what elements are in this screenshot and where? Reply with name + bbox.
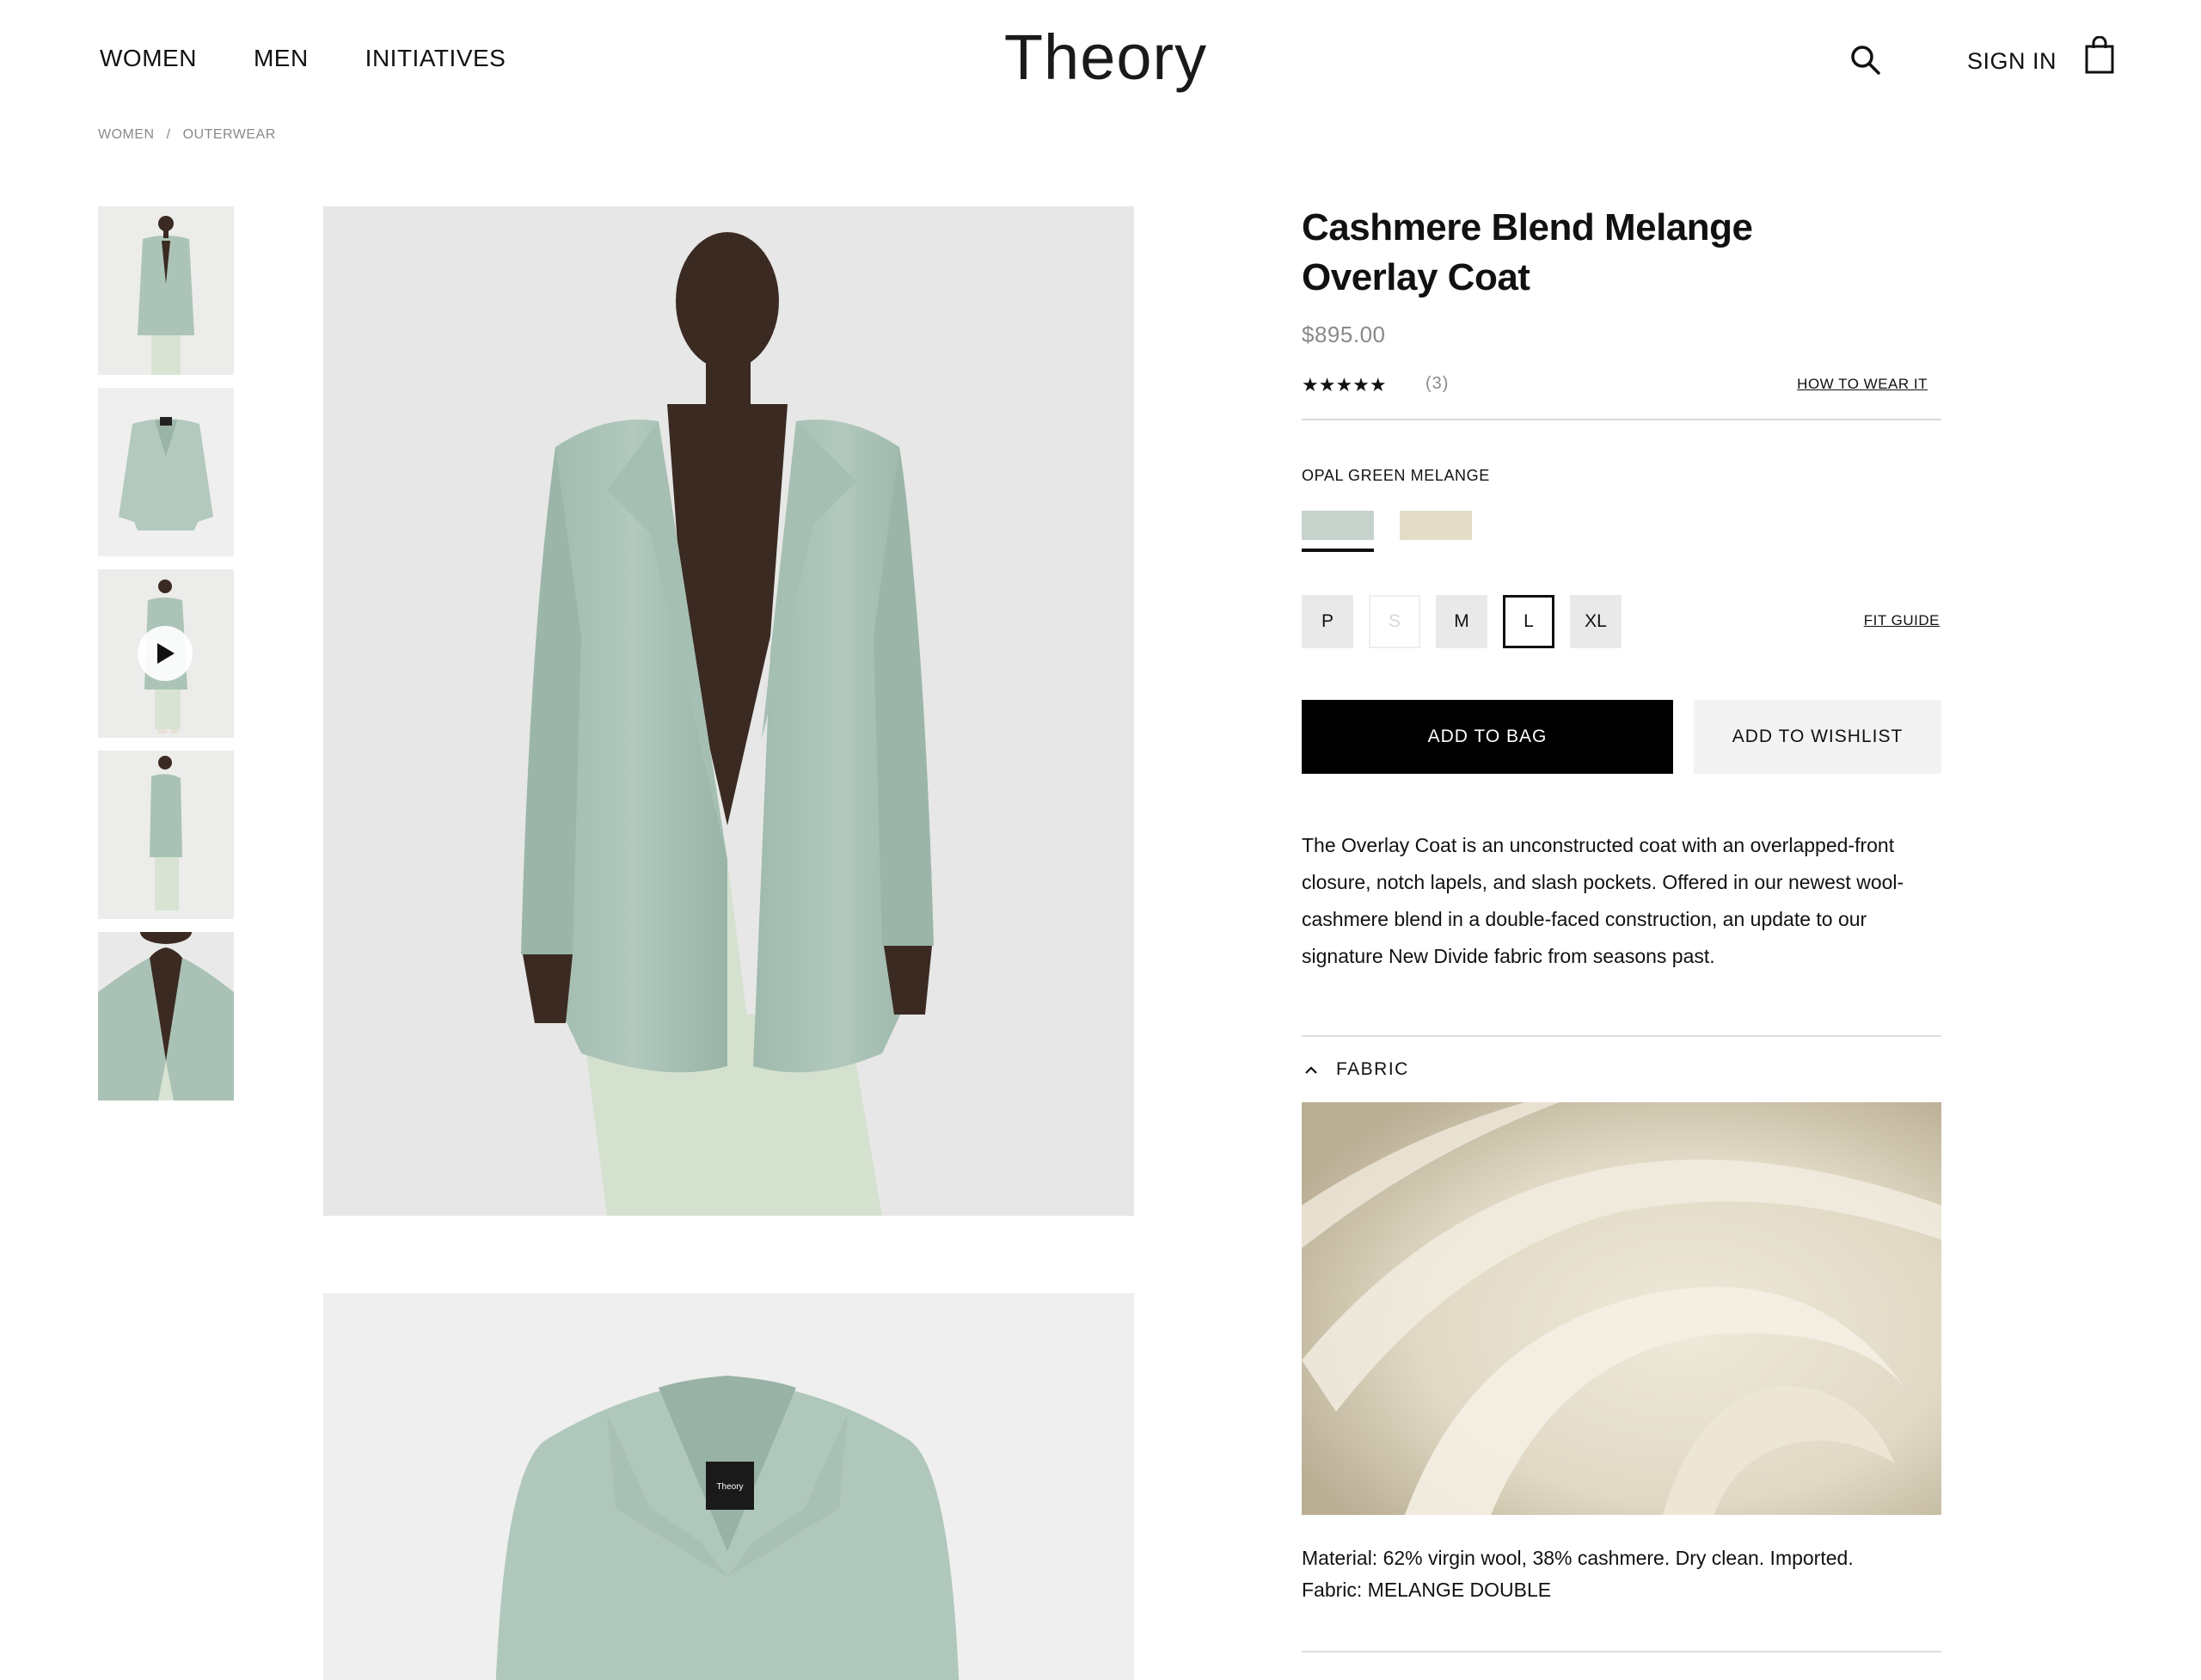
- divider: [1302, 1035, 1941, 1037]
- thumb-front-model-image: [98, 206, 234, 375]
- fabric-line: Fabric: MELANGE DOUBLE: [1302, 1579, 1552, 1601]
- how-to-wear-link[interactable]: HOW TO WEAR IT: [1797, 376, 1928, 393]
- thumb-front-model[interactable]: [98, 206, 234, 375]
- star-rating-icon[interactable]: ★★★★★: [1302, 374, 1387, 396]
- material-line: Material: 62% virgin wool, 38% cashmere.…: [1302, 1547, 1854, 1569]
- play-button[interactable]: [138, 626, 193, 681]
- size-selector: P S M L XL FIT GUIDE: [1302, 595, 1941, 648]
- search-icon[interactable]: [1848, 43, 1883, 77]
- product-description: The Overlay Coat is an unconstructed coa…: [1302, 834, 1904, 967]
- size-s[interactable]: S: [1369, 595, 1420, 648]
- product-info-panel: Cashmere Blend Melange Overlay Coat $895…: [1302, 203, 1941, 1652]
- product-title: Cashmere Blend Melange Overlay Coat: [1302, 206, 1753, 298]
- swatch-opal-green-melange[interactable]: [1302, 511, 1374, 552]
- thumb-closeup-image: [98, 932, 234, 1101]
- color-swatches: [1302, 511, 1941, 554]
- breadcrumb: WOMEN / OUTERWEAR: [98, 127, 276, 143]
- sign-in-link[interactable]: SIGN IN: [1967, 48, 2057, 75]
- fabric-label: FABRIC: [1336, 1059, 1409, 1079]
- secondary-product-image[interactable]: Theory: [323, 1293, 1134, 1680]
- breadcrumb-separator: /: [166, 127, 171, 142]
- site-header: WOMEN MEN INITIATIVES Theory SIGN IN: [0, 0, 2201, 120]
- nav-men[interactable]: MEN: [254, 45, 309, 72]
- fabric-swatch-image: [1302, 1102, 1941, 1515]
- size-l[interactable]: L: [1503, 595, 1554, 648]
- thumb-flat-coat[interactable]: [98, 388, 234, 556]
- breadcrumb-women[interactable]: WOMEN: [98, 127, 155, 143]
- shopping-bag-icon[interactable]: [2084, 36, 2115, 74]
- model-front-photo: [323, 206, 1134, 1216]
- review-count[interactable]: (3): [1425, 374, 1449, 394]
- nav-initiatives[interactable]: INITIATIVES: [365, 45, 506, 72]
- size-m[interactable]: M: [1436, 595, 1487, 648]
- swatch-beige[interactable]: [1400, 511, 1472, 540]
- add-to-bag-button[interactable]: ADD TO BAG: [1302, 700, 1673, 774]
- add-to-wishlist-button[interactable]: ADD TO WISHLIST: [1694, 700, 1941, 774]
- thumb-side-model-image: [98, 751, 234, 919]
- size-xl[interactable]: XL: [1570, 595, 1622, 648]
- garment-label-text: Theory: [716, 1482, 743, 1492]
- thumbnail-gallery: [98, 206, 234, 1113]
- fit-guide-link[interactable]: FIT GUIDE: [1864, 612, 1940, 629]
- size-p[interactable]: P: [1302, 595, 1353, 648]
- thumb-closeup[interactable]: [98, 932, 234, 1101]
- divider: [1302, 1651, 1941, 1652]
- breadcrumb-outerwear[interactable]: OUTERWEAR: [183, 127, 276, 143]
- play-icon: [157, 643, 175, 664]
- fabric-accordion-toggle[interactable]: FABRIC: [1302, 1059, 1941, 1080]
- main-nav: WOMEN MEN INITIATIVES: [100, 45, 506, 72]
- thumb-side-model[interactable]: [98, 751, 234, 919]
- thumb-flat-coat-image: [98, 388, 234, 556]
- flat-coat-photo: Theory: [323, 1293, 1134, 1680]
- nav-women[interactable]: WOMEN: [100, 45, 197, 72]
- main-product-image[interactable]: [323, 206, 1134, 1216]
- purchase-buttons: ADD TO BAG ADD TO WISHLIST: [1302, 700, 1941, 774]
- product-price: $895.00: [1302, 322, 1386, 347]
- selected-color-name: OPAL GREEN MELANGE: [1302, 467, 1490, 484]
- product-page: WOMEN MEN INITIATIVES Theory SIGN IN WOM…: [0, 0, 2201, 1680]
- divider: [1302, 419, 1941, 420]
- thumb-video[interactable]: [98, 569, 234, 738]
- rating-row: ★★★★★ (3) HOW TO WEAR IT: [1302, 371, 1941, 402]
- fabric-details: Material: 62% virgin wool, 38% cashmere.…: [1302, 1542, 1941, 1606]
- fabric-texture-photo: [1302, 1102, 1941, 1515]
- chevron-up-icon: [1305, 1066, 1317, 1074]
- brand-logo[interactable]: Theory: [997, 21, 1214, 95]
